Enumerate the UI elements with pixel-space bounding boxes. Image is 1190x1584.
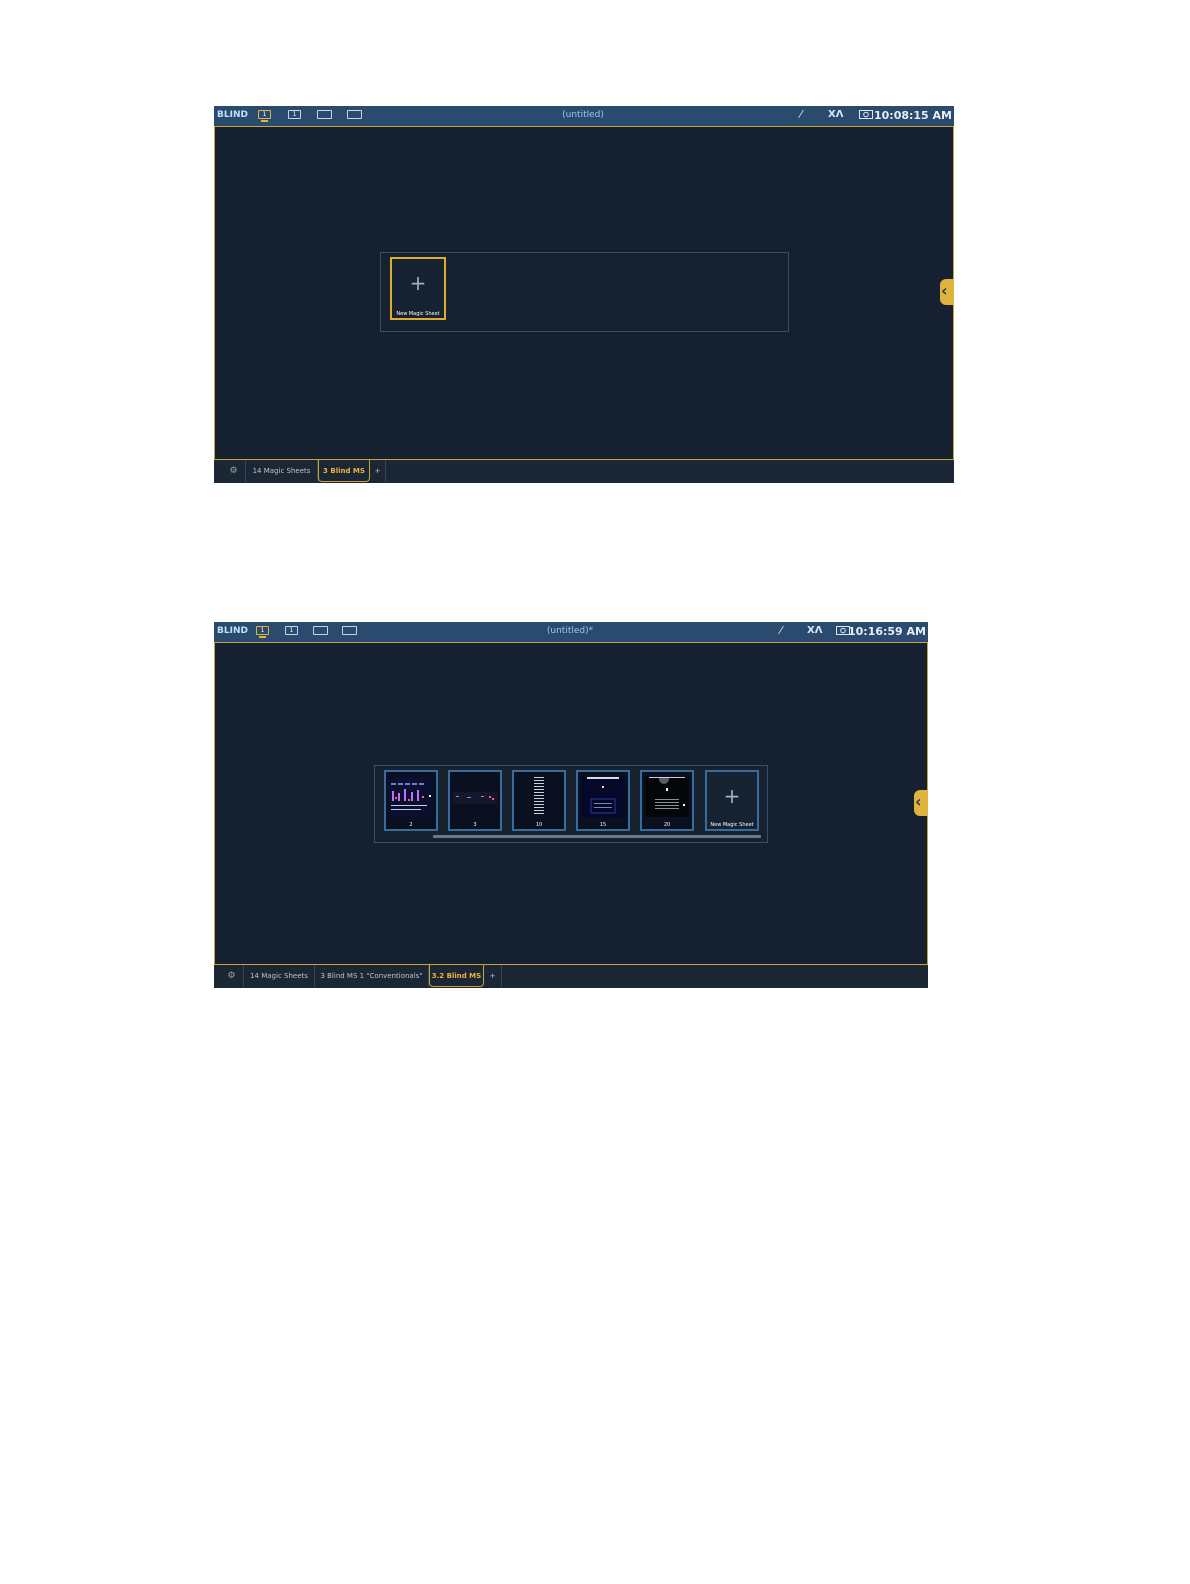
- tab-settings[interactable]: ⚙: [220, 965, 244, 987]
- magic-wand-icon[interactable]: ⁄: [800, 109, 802, 121]
- screen-2: BLIND 1 1 (untitled)* ⁄ XΛ 10:16:59 AM 2…: [214, 622, 928, 988]
- tab-blind-ms-3-2[interactable]: 3.2 Blind MS: [429, 965, 484, 987]
- sheet-preview: [389, 777, 433, 819]
- monitor-number: 1: [260, 627, 265, 634]
- tab-bar: ⚙ 14 Magic Sheets 3 Blind MS 1 "Conventi…: [214, 964, 928, 988]
- mode-indicator: BLIND: [217, 110, 248, 120]
- thumbnail-label: 20: [663, 822, 671, 828]
- horizontal-scrollbar[interactable]: [433, 835, 761, 838]
- sheet-preview: [645, 774, 689, 819]
- screen-1: BLIND 1 1 (untitled) ⁄ XΛ 10:08:15 AM + …: [214, 106, 954, 483]
- tab-settings[interactable]: ⚙: [222, 460, 246, 482]
- tab-magic-sheets[interactable]: 14 Magic Sheets: [246, 460, 318, 482]
- monitor-button-2[interactable]: 1: [288, 110, 301, 119]
- magic-sheet-thumbnail-3[interactable]: 3: [448, 770, 502, 831]
- side-panel-toggle[interactable]: ‹: [914, 790, 928, 816]
- title-bar: BLIND 1 1 (untitled)* ⁄ XΛ 10:16:59 AM: [214, 622, 928, 643]
- gear-icon: ⚙: [227, 971, 236, 981]
- clock: 10:16:59 AM: [847, 625, 926, 638]
- plus-icon: +: [723, 784, 741, 808]
- clock: 10:08:15 AM: [873, 109, 952, 122]
- monitor-number: 1: [289, 627, 294, 634]
- new-magic-sheet-button[interactable]: + New Magic Sheet: [705, 770, 759, 831]
- magic-sheet-thumbnail-2[interactable]: 2: [384, 770, 438, 831]
- monitor-button-4[interactable]: [342, 626, 357, 635]
- sheet-preview: [453, 777, 497, 819]
- thumbnail-label: 15: [599, 822, 607, 828]
- tab-blind-ms[interactable]: 3 Blind MS: [318, 460, 370, 482]
- network-icon[interactable]: XΛ: [828, 109, 843, 121]
- monitor-button-1[interactable]: 1: [258, 110, 271, 122]
- chevron-left-icon: ‹: [941, 281, 948, 300]
- monitor-button-3[interactable]: [317, 110, 332, 119]
- tab-add[interactable]: +: [370, 460, 386, 482]
- magic-wand-icon[interactable]: ⁄: [780, 625, 782, 637]
- side-panel-toggle[interactable]: ‹: [940, 279, 954, 305]
- thumbnail-label: 3: [473, 822, 477, 828]
- gear-icon: ⚙: [229, 466, 238, 476]
- magic-sheet-thumbnail-10[interactable]: 10: [512, 770, 566, 831]
- magic-sheet-panel: 2 3 10 15 20 + New Magic Sheet: [374, 765, 768, 843]
- magic-sheet-thumbnail-15[interactable]: 15: [576, 770, 630, 831]
- network-icon[interactable]: XΛ: [807, 625, 822, 637]
- monitor-button-4[interactable]: [347, 110, 362, 119]
- thumbnail-label: 10: [535, 822, 543, 828]
- magic-sheet-thumbnail-20[interactable]: 20: [640, 770, 694, 831]
- mode-indicator: BLIND: [217, 626, 248, 636]
- plus-icon: +: [409, 271, 427, 295]
- tab-bar: ⚙ 14 Magic Sheets 3 Blind MS +: [214, 459, 954, 483]
- sheet-preview: [517, 777, 561, 819]
- document-title: (untitled)*: [546, 626, 594, 636]
- monitor-button-2[interactable]: 1: [285, 626, 298, 635]
- new-magic-sheet-button[interactable]: + New Magic Sheet: [390, 257, 446, 320]
- title-bar: BLIND 1 1 (untitled) ⁄ XΛ 10:08:15 AM: [214, 106, 954, 127]
- tab-add[interactable]: +: [484, 965, 502, 987]
- sheet-preview: [581, 777, 625, 819]
- thumbnail-label: New Magic Sheet: [710, 822, 754, 828]
- document-title: (untitled): [562, 110, 604, 120]
- monitor-button-1[interactable]: 1: [256, 626, 269, 638]
- tab-blind-ms-conventionals[interactable]: 3 Blind MS 1 "Conventionals": [315, 965, 429, 987]
- tab-magic-sheets[interactable]: 14 Magic Sheets: [244, 965, 315, 987]
- monitor-button-3[interactable]: [313, 626, 328, 635]
- monitor-number: 1: [262, 111, 267, 118]
- monitor-number: 1: [292, 111, 297, 118]
- magic-sheet-panel: + New Magic Sheet: [380, 252, 789, 332]
- thumbnail-label: New Magic Sheet: [396, 311, 440, 317]
- thumbnail-label: 2: [409, 822, 413, 828]
- camera-icon[interactable]: [859, 109, 873, 122]
- chevron-left-icon: ‹: [915, 792, 922, 811]
